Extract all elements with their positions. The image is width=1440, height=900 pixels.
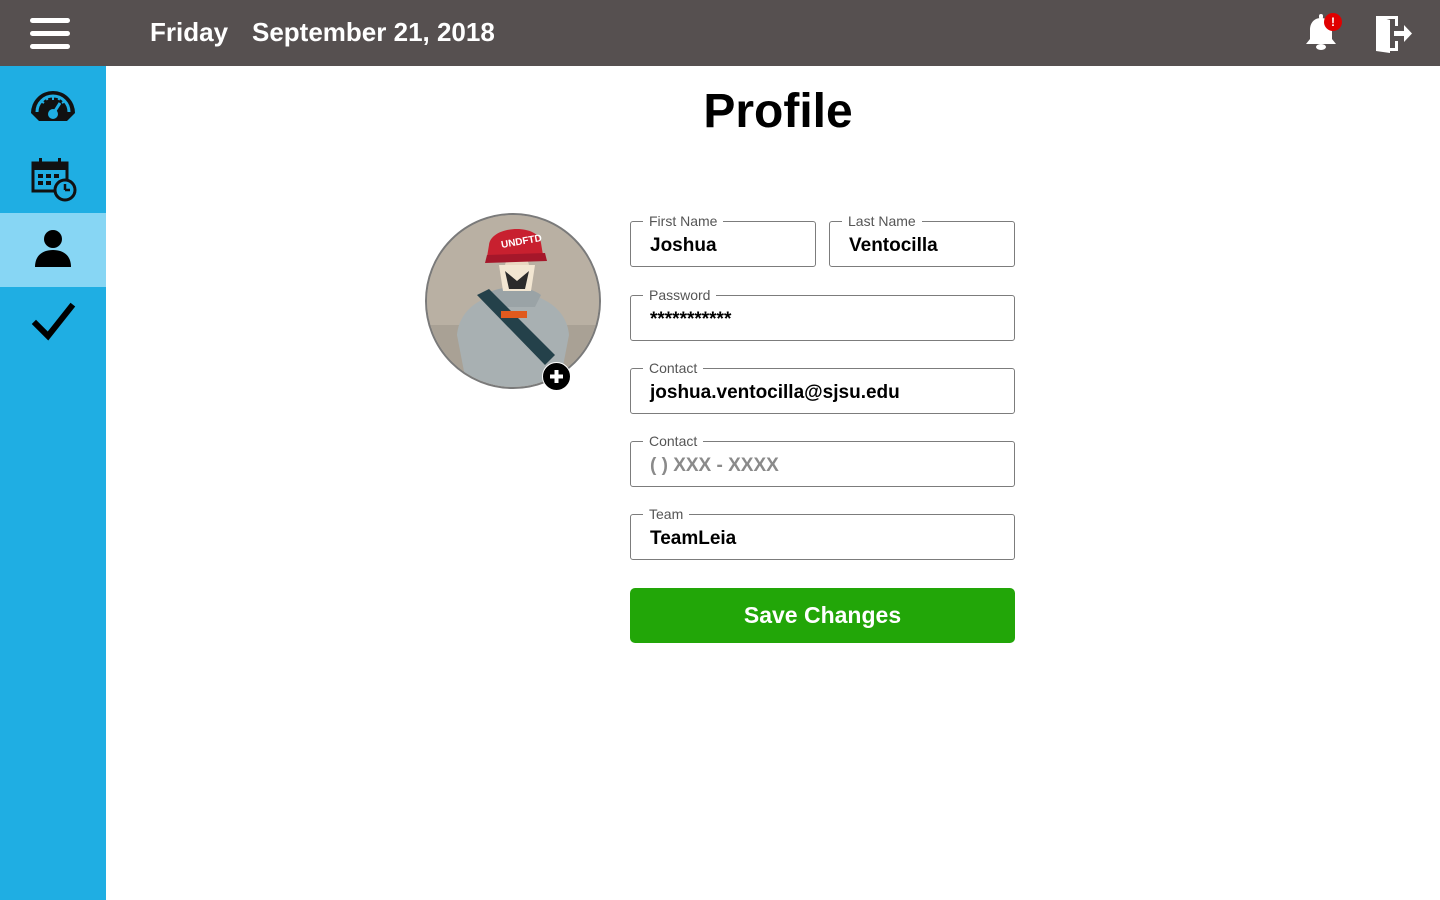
sidebar: [0, 66, 106, 900]
sidebar-item-calendar[interactable]: [0, 142, 106, 216]
password-label: Password: [643, 287, 717, 303]
speedometer-icon: [31, 91, 75, 121]
last-name-field[interactable]: Last Name Ventocilla: [829, 213, 1015, 267]
phone-label: Contact: [643, 433, 704, 449]
user-icon: [35, 230, 71, 267]
phone-placeholder: ( ) XXX - XXXX: [650, 455, 779, 476]
plus-circle-icon[interactable]: [542, 362, 571, 391]
top-bar: Friday September 21, 2018 !: [0, 0, 1440, 66]
save-changes-button[interactable]: Save Changes: [630, 588, 1015, 643]
team-value: TeamLeia: [650, 528, 737, 549]
email-value: joshua.ventocilla@sjsu.edu: [650, 382, 900, 403]
password-value: ***********: [650, 309, 732, 330]
page-title: Profile: [703, 85, 853, 138]
password-field[interactable]: Password ***********: [630, 287, 1015, 341]
logout-door-icon[interactable]: [1372, 12, 1414, 54]
last-name-value: Ventocilla: [849, 235, 938, 256]
menu-line: [30, 31, 70, 36]
hamburger-menu-icon[interactable]: [24, 12, 76, 54]
sidebar-item-dashboard[interactable]: [0, 68, 106, 142]
team-field[interactable]: Team TeamLeia: [630, 506, 1015, 560]
email-label: Contact: [643, 360, 704, 376]
checkmark-icon: [31, 302, 76, 341]
last-name-label: Last Name: [842, 213, 922, 229]
first-name-label: First Name: [643, 213, 724, 229]
email-field[interactable]: Contact joshua.ventocilla@sjsu.edu: [630, 360, 1015, 414]
header-date: September 21, 2018: [252, 17, 495, 47]
first-name-field[interactable]: First Name Joshua: [630, 213, 816, 267]
team-label: Team: [643, 506, 690, 522]
sidebar-item-profile[interactable]: [0, 213, 106, 287]
header-day: Friday: [150, 17, 229, 47]
menu-line: [30, 18, 70, 23]
menu-line: [30, 44, 70, 49]
calendar-clock-icon: [31, 158, 77, 202]
profile-photo[interactable]: UNDFTD: [425, 213, 601, 389]
sidebar-item-tasks[interactable]: [0, 285, 106, 359]
notification-badge: !: [1324, 13, 1342, 31]
first-name-value: Joshua: [650, 235, 717, 256]
phone-field[interactable]: Contact ( ) XXX - XXXX: [630, 433, 1015, 487]
